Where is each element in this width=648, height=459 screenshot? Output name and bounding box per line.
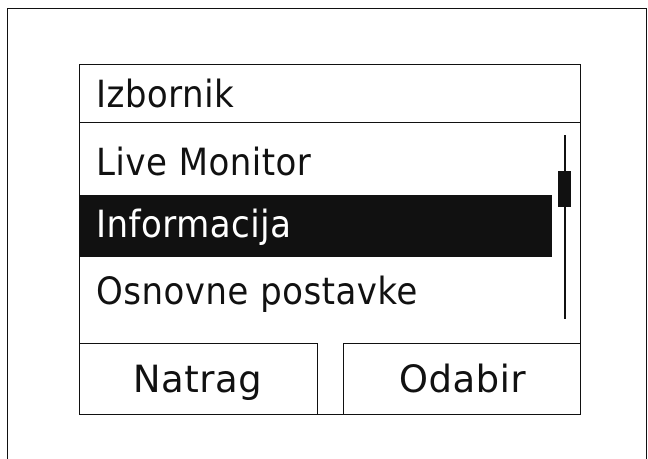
menu-item-label: Informacija xyxy=(96,203,292,246)
back-button-label: Natrag xyxy=(132,358,263,401)
menu-item-label: Osnovne postavke xyxy=(96,270,418,313)
menu-title-bar: Izbornik xyxy=(80,65,580,123)
select-button-label: Odabir xyxy=(398,358,527,401)
select-button[interactable]: Odabir xyxy=(343,343,581,415)
menu-display: Izbornik Live Monitor Informacija Osnovn… xyxy=(78,64,581,415)
menu-item-live-monitor[interactable]: Live Monitor xyxy=(80,133,552,195)
menu-item-label: Live Monitor xyxy=(96,141,312,184)
scrollbar-thumb[interactable] xyxy=(558,171,571,207)
menu-item-osnovne-postavke[interactable]: Osnovne postavke xyxy=(80,262,552,324)
menu-item-informacija[interactable]: Informacija xyxy=(80,195,552,257)
back-button[interactable]: Natrag xyxy=(78,343,318,415)
menu-title: Izbornik xyxy=(96,73,235,116)
scrollbar-track[interactable] xyxy=(564,135,566,319)
